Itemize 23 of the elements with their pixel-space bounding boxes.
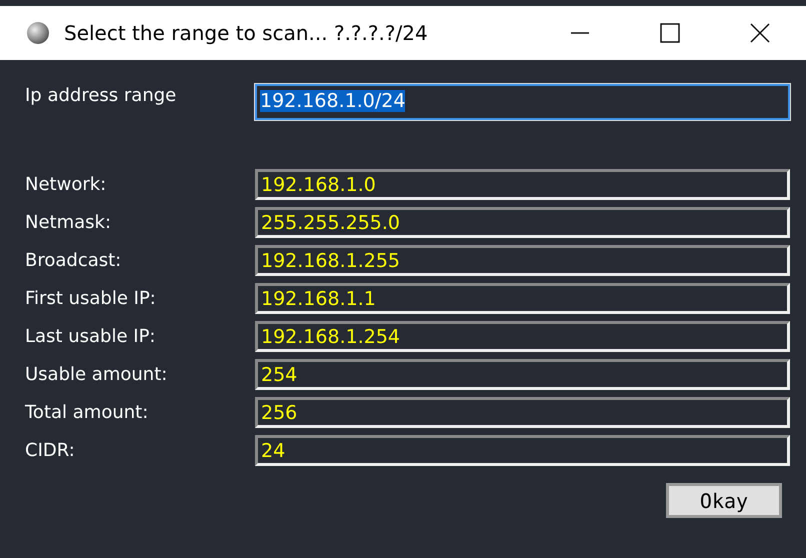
field-label: Usable amount: bbox=[25, 363, 168, 387]
output-field[interactable]: 192.168.1.254 bbox=[255, 321, 790, 352]
window-title: Select the range to scan... ?.?.?.?/24 bbox=[64, 21, 428, 45]
output-field[interactable]: 192.168.1.255 bbox=[255, 245, 790, 276]
output-field[interactable]: 254 bbox=[255, 359, 790, 390]
field-label: CIDR: bbox=[25, 439, 76, 463]
input-field[interactable]: 192.168.1.0/24 bbox=[255, 84, 790, 120]
field-label: Network: bbox=[25, 173, 108, 197]
field-label: Ip address range bbox=[25, 84, 178, 108]
output-field[interactable]: 256 bbox=[255, 397, 790, 428]
field-label: Total amount: bbox=[25, 401, 150, 425]
field-label: Last usable IP: bbox=[25, 325, 156, 349]
field-label: Netmask: bbox=[25, 211, 112, 235]
field-label: Broadcast: bbox=[25, 249, 122, 273]
output-field[interactable]: 255.255.255.0 bbox=[255, 207, 790, 238]
field-label: First usable IP: bbox=[25, 287, 157, 311]
output-field[interactable]: 192.168.1.0 bbox=[255, 169, 790, 200]
output-field[interactable]: 24 bbox=[255, 435, 790, 466]
maximize-icon[interactable] bbox=[660, 23, 680, 43]
close-icon[interactable] bbox=[750, 23, 770, 43]
okay-button[interactable]: Okay bbox=[666, 483, 782, 518]
globe-icon bbox=[26, 21, 50, 45]
output-field[interactable]: 192.168.1.1 bbox=[255, 283, 790, 314]
